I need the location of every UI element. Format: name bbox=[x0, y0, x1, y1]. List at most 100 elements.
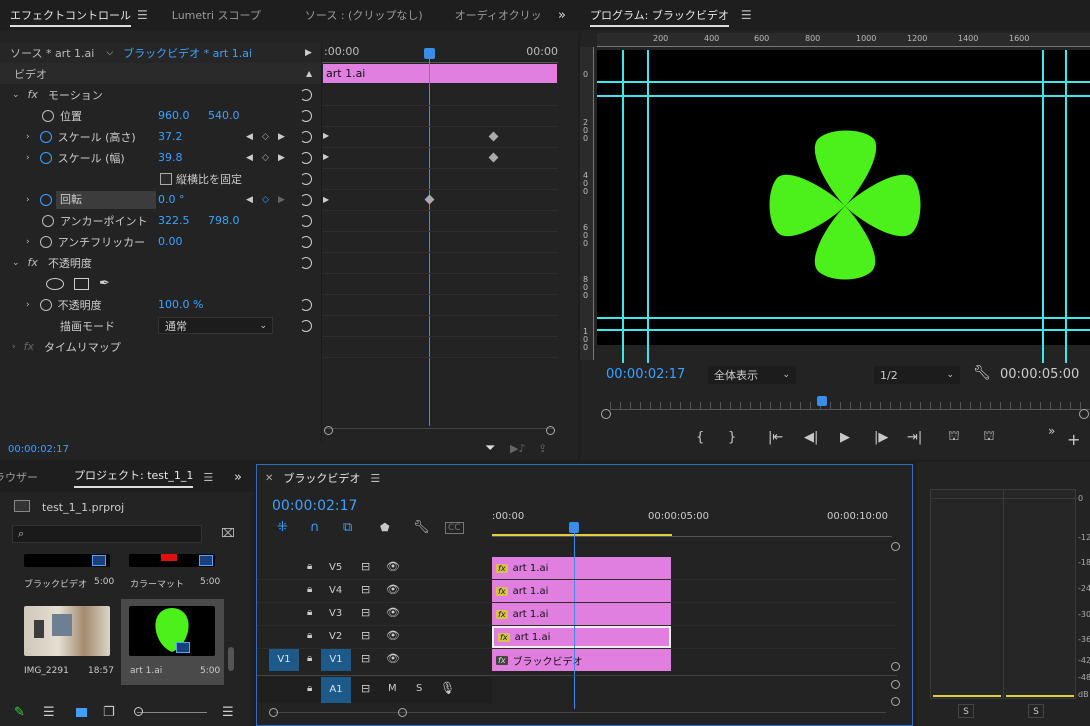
reset-icon[interactable] bbox=[300, 235, 312, 248]
list-view-icon[interactable]: ☰ bbox=[43, 705, 55, 720]
project-item-name[interactable]: art 1.ai bbox=[130, 666, 162, 676]
snap-icon[interactable]: ⁜ bbox=[277, 520, 288, 535]
scroll-handle-top[interactable] bbox=[891, 680, 900, 689]
mark-in-icon[interactable]: { bbox=[696, 430, 704, 445]
next-keyframe-icon[interactable]: ▶ bbox=[278, 153, 285, 163]
keyframe-marker[interactable] bbox=[424, 194, 435, 205]
step-forward-icon[interactable]: |▶ bbox=[874, 430, 888, 445]
keyframe-marker[interactable] bbox=[488, 131, 499, 142]
stopwatch-icon[interactable] bbox=[42, 109, 54, 122]
sort-icon[interactable]: ☰ bbox=[222, 705, 234, 720]
program-scrub-bar[interactable] bbox=[610, 402, 1090, 410]
expand-chevron-icon[interactable]: ⌄ bbox=[12, 258, 20, 268]
eye-icon[interactable]: 👁︎ bbox=[386, 560, 400, 573]
keyframe-nav-icon[interactable]: ▶ bbox=[323, 131, 329, 140]
tab-source[interactable]: ソース : (クリップなし) bbox=[295, 7, 433, 23]
sync-lock-icon[interactable]: ⊟ bbox=[361, 629, 370, 642]
icon-view-icon[interactable] bbox=[76, 708, 87, 717]
sync-lock-icon[interactable]: ⊟ bbox=[361, 682, 370, 695]
lock-icon[interactable]: 🔒︎ bbox=[307, 683, 312, 694]
lock-icon[interactable]: 🔒︎ bbox=[307, 607, 312, 618]
prev-keyframe-icon[interactable]: ◀ bbox=[246, 153, 253, 163]
program-video-frame[interactable] bbox=[597, 50, 1090, 363]
marker-icon[interactable]: ⬟ bbox=[380, 521, 390, 534]
eye-icon[interactable]: 👁︎ bbox=[386, 606, 400, 619]
add-keyframe-icon[interactable]: ◇ bbox=[262, 132, 269, 142]
sync-lock-icon[interactable]: ⊟ bbox=[361, 652, 370, 665]
keyframe-nav-icon[interactable]: ▶ bbox=[323, 195, 329, 204]
clover-shape[interactable] bbox=[769, 130, 921, 280]
reset-icon[interactable] bbox=[300, 214, 312, 227]
scroll-handle-top[interactable] bbox=[891, 542, 900, 551]
play-icon[interactable]: ▶ bbox=[840, 430, 850, 445]
hamburger-icon[interactable]: ☰ bbox=[370, 472, 380, 485]
reset-icon[interactable] bbox=[300, 151, 312, 164]
fit-select[interactable]: 全体表示 ⌄ bbox=[708, 366, 796, 384]
scroll-handle-right[interactable] bbox=[546, 426, 555, 435]
hamburger-icon[interactable]: ☰ bbox=[137, 8, 148, 22]
motion-row[interactable]: ⌄ fx モーション bbox=[0, 84, 322, 105]
prev-keyframe-icon[interactable]: ◀ bbox=[246, 195, 253, 205]
stopwatch-icon[interactable] bbox=[42, 214, 54, 227]
solo-left-button[interactable]: S bbox=[958, 704, 974, 718]
new-bin-icon[interactable]: ⌧ bbox=[221, 526, 235, 540]
scroll-handle-right[interactable] bbox=[398, 708, 407, 717]
reset-icon[interactable] bbox=[300, 109, 312, 122]
go-to-out-icon[interactable]: ⇥| bbox=[907, 430, 922, 445]
overflow-chevron-icon[interactable]: » bbox=[234, 470, 242, 485]
freeform-view-icon[interactable]: ❐ bbox=[103, 705, 115, 720]
tab-lumetri-scopes[interactable]: Lumetri スコープ bbox=[162, 7, 271, 23]
clip-v5[interactable]: fx art 1.ai bbox=[492, 557, 671, 579]
tab-audio-clip[interactable]: オーディオクリッ bbox=[445, 7, 552, 23]
eye-icon[interactable]: 👁︎ bbox=[386, 583, 400, 596]
expand-chevron-icon[interactable]: › bbox=[26, 300, 30, 310]
timeline-title[interactable]: ブラックビデオ bbox=[283, 470, 360, 486]
ec-clip-bar[interactable]: art 1.ai bbox=[323, 64, 557, 83]
reset-icon[interactable] bbox=[300, 319, 312, 332]
guide-line[interactable] bbox=[597, 317, 1090, 319]
captions-icon[interactable]: CC bbox=[445, 522, 464, 534]
expand-chevron-icon[interactable]: › bbox=[26, 132, 30, 142]
scroll-handle-left[interactable] bbox=[324, 426, 333, 435]
timeline-ruler[interactable]: :00:00 00:00:05:00 00:00:10:00 bbox=[492, 509, 892, 537]
resolution-select[interactable]: 1/2 ⌄ bbox=[874, 366, 960, 384]
clip-v1[interactable]: fx ブラックビデオ bbox=[492, 649, 671, 671]
scroll-handle-left[interactable] bbox=[269, 708, 278, 717]
tab-program[interactable]: プログラム: ブラックビデオ bbox=[580, 7, 739, 27]
sync-lock-icon[interactable]: ⊟ bbox=[361, 560, 370, 573]
guide-line[interactable] bbox=[597, 95, 1090, 97]
lock-icon[interactable]: 🔒︎ bbox=[307, 653, 312, 664]
hamburger-icon[interactable]: ☰ bbox=[741, 8, 752, 22]
project-item-thumbnail[interactable] bbox=[24, 606, 110, 656]
go-to-in-icon[interactable]: |⇤ bbox=[768, 430, 783, 445]
reset-icon[interactable] bbox=[300, 256, 312, 269]
time-remap-row[interactable]: › fx タイムリマップ bbox=[0, 336, 322, 357]
scroll-handle-left[interactable] bbox=[601, 409, 611, 419]
keyframe-nav-icon[interactable]: ▶ bbox=[323, 152, 329, 161]
lock-icon[interactable]: 🔒︎ bbox=[307, 584, 312, 595]
keyframe-marker[interactable] bbox=[488, 152, 499, 163]
filter-icon[interactable]: ⏷ bbox=[485, 441, 495, 456]
lock-icon[interactable]: 🔒︎ bbox=[307, 561, 312, 572]
step-back-icon[interactable]: ◀| bbox=[804, 430, 818, 445]
next-keyframe-icon[interactable]: ▶ bbox=[278, 195, 285, 205]
timeline-h-scrollbar[interactable] bbox=[274, 712, 886, 713]
ec-scrollbar[interactable] bbox=[326, 428, 554, 436]
ec-timeline-ruler[interactable]: :00:00 00:00 bbox=[322, 43, 558, 63]
clip-v4[interactable]: fx art 1.ai bbox=[492, 580, 671, 602]
ellipse-mask-icon[interactable] bbox=[46, 277, 64, 290]
expand-chevron-icon[interactable]: › bbox=[26, 237, 30, 247]
linked-selection-icon[interactable]: ⧉ bbox=[343, 520, 352, 535]
timeline-timecode[interactable]: 00:00:02:17 bbox=[272, 498, 357, 514]
reset-icon[interactable] bbox=[300, 130, 312, 143]
program-timecode[interactable]: 00:00:02:17 bbox=[606, 367, 685, 382]
sequence-label[interactable]: ブラックビデオ * art 1.ai bbox=[123, 45, 252, 61]
expand-chevron-icon[interactable]: › bbox=[26, 195, 30, 205]
ec-timecode[interactable]: 00:00:02:17 bbox=[8, 444, 69, 455]
expand-chevron-icon[interactable]: › bbox=[26, 153, 30, 163]
expand-chevron-icon[interactable]: › bbox=[12, 342, 16, 352]
scroll-handle-bottom[interactable] bbox=[891, 697, 900, 706]
clip-v3[interactable]: fx art 1.ai bbox=[492, 603, 671, 625]
opacity-value[interactable]: 100.0 % bbox=[158, 298, 203, 311]
pencil-icon[interactable]: ✎ bbox=[14, 705, 25, 720]
